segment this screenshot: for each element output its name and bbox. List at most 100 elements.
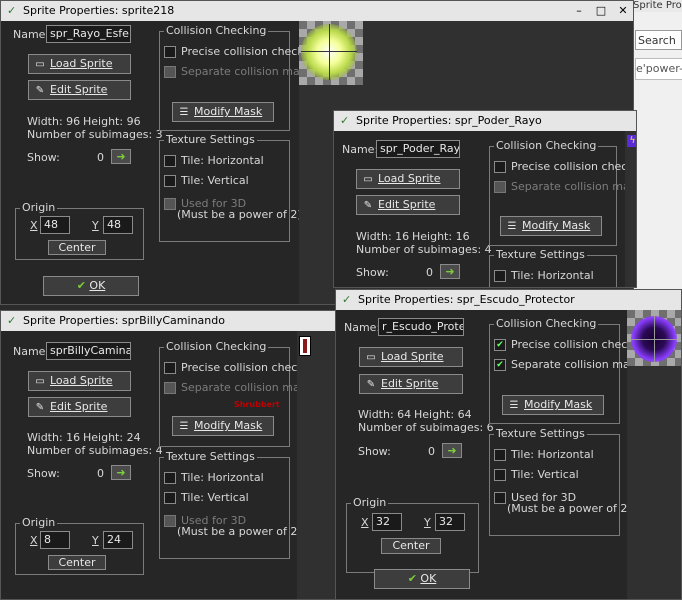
name-label: Name:	[342, 143, 379, 156]
origin-y-field[interactable]: 32	[435, 513, 465, 531]
origin-y-field[interactable]: 48	[103, 216, 133, 234]
show-value: 0	[97, 151, 104, 164]
width-readout: Width: 64	[358, 408, 412, 421]
precise-collision-checkbox[interactable]: Precise collision checking	[494, 160, 636, 173]
check-icon: ✔	[407, 572, 417, 585]
sprite-preview-area: ϟ	[625, 131, 636, 287]
checkbox-box	[164, 382, 176, 394]
next-subimage-arrow-icon[interactable]: ➜	[442, 443, 462, 458]
texture-settings-group: Texture Settings Tile: Horizontal	[489, 248, 617, 287]
show-value: 0	[428, 445, 435, 458]
center-button[interactable]: Center	[381, 538, 441, 554]
next-subimage-arrow-icon[interactable]: ➜	[440, 264, 460, 279]
tile-vertical-checkbox[interactable]: Tile: Vertical	[164, 174, 249, 187]
origin-y-label: Y	[92, 219, 99, 232]
subimages-readout: Number of subimages: 4	[27, 444, 163, 457]
gamemaker-icon: ✓	[7, 314, 17, 327]
window-title: Sprite Properties: sprite218	[23, 4, 175, 17]
close-button[interactable]: ✕	[615, 3, 631, 18]
separate-masks-checkbox[interactable]: ✔ Separate collision masks	[494, 358, 648, 371]
origin-x-field[interactable]: 32	[372, 513, 402, 531]
separate-masks-checkbox[interactable]: Separate collision masks	[164, 381, 318, 394]
name-label: Name:	[344, 321, 381, 334]
origin-y-field[interactable]: 24	[103, 531, 133, 549]
collision-checking-group: Collision Checking Precise collision che…	[159, 340, 321, 447]
texture-settings-group: Texture Settings Tile: Horizontal Tile: …	[159, 450, 302, 559]
maximize-button[interactable]: □	[593, 3, 609, 18]
browser-url-fragment[interactable]: e'power-	[635, 58, 682, 80]
ok-button[interactable]: ✔ OK	[43, 276, 139, 296]
gamemaker-icon: ✓	[7, 4, 17, 17]
edit-sprite-button[interactable]: ✎ Edit Sprite	[356, 195, 460, 215]
origin-x-field[interactable]: 8	[40, 531, 70, 549]
tile-horizontal-checkbox[interactable]: Tile: Horizontal	[164, 154, 264, 167]
orb-crosshair-vertical	[329, 24, 330, 80]
collision-checking-title: Collision Checking	[164, 340, 269, 354]
browser-search-box[interactable]: Search	[635, 30, 682, 50]
precise-collision-checkbox[interactable]: Precise collision checking	[164, 45, 321, 58]
edit-sprite-button[interactable]: ✎ Edit Sprite	[28, 80, 131, 100]
checkbox-box	[494, 492, 506, 504]
separate-masks-checkbox[interactable]: Separate collision masks	[164, 65, 318, 78]
modify-mask-button[interactable]: ☰ Modify Mask	[500, 216, 602, 236]
window-titlebar[interactable]: ✓ Sprite Properties: spr_Escudo_Protecto…	[336, 290, 681, 310]
edit-sprite-button[interactable]: ✎ Edit Sprite	[28, 397, 131, 417]
checkbox-box	[164, 492, 176, 504]
edit-sprite-button[interactable]: ✎ Edit Sprite	[359, 374, 463, 394]
show-label: Show:	[27, 151, 60, 164]
origin-y-label: Y	[424, 516, 431, 529]
separate-masks-checkbox[interactable]: Separate collision masks	[494, 180, 636, 193]
center-button[interactable]: Center	[48, 240, 106, 255]
power-of-two-note: (Must be a power of 2)	[177, 208, 302, 221]
tile-horizontal-checkbox[interactable]: Tile: Horizontal	[494, 448, 594, 461]
texture-settings-group: Texture Settings Tile: Horizontal Tile: …	[489, 427, 632, 536]
checkbox-box	[164, 362, 176, 374]
origin-label: Origin	[20, 201, 58, 215]
load-sprite-button[interactable]: ▭ Load Sprite	[28, 54, 131, 74]
origin-x-field[interactable]: 48	[40, 216, 70, 234]
name-field[interactable]: sprBillyCaminando	[46, 342, 131, 360]
load-sprite-button[interactable]: ▭ Load Sprite	[356, 169, 460, 189]
checkbox-box	[164, 175, 176, 187]
texture-settings-title: Texture Settings	[494, 248, 587, 262]
load-sprite-button[interactable]: ▭ Load Sprite	[28, 371, 131, 391]
texture-settings-title: Texture Settings	[164, 133, 257, 147]
edit-icon: ✎	[366, 379, 376, 390]
name-field[interactable]: r_Escudo_Protector	[378, 318, 464, 336]
next-subimage-arrow-icon[interactable]: ➜	[111, 149, 131, 164]
name-field[interactable]: spr_Poder_Rayo_E	[376, 140, 460, 158]
height-readout: Height: 24	[83, 431, 141, 444]
tile-vertical-checkbox[interactable]: Tile: Vertical	[164, 491, 249, 504]
origin-label: Origin	[351, 496, 389, 510]
ok-button[interactable]: ✔ OK	[374, 569, 470, 589]
tile-horizontal-checkbox[interactable]: Tile: Horizontal	[164, 471, 264, 484]
red-annotation-text: Shrubbert	[234, 400, 280, 409]
edit-icon: ✎	[35, 85, 45, 96]
minimize-button[interactable]: –	[571, 3, 587, 18]
checkbox-box	[164, 515, 176, 527]
gamemaker-icon: ✓	[340, 114, 350, 127]
window-titlebar[interactable]: ✓ Sprite Properties: spr_Poder_Rayo	[334, 111, 636, 131]
folder-icon: ▭	[366, 352, 376, 363]
window-titlebar[interactable]: ✓ Sprite Properties: sprite218 – □ ✕	[1, 1, 633, 21]
modify-mask-button[interactable]: ☰ Modify Mask	[172, 416, 274, 436]
tile-vertical-checkbox[interactable]: Tile: Vertical	[494, 468, 579, 481]
load-sprite-button[interactable]: ▭ Load Sprite	[359, 347, 463, 367]
modify-mask-button[interactable]: ☰ Modify Mask	[502, 395, 604, 415]
checkbox-box	[494, 270, 506, 282]
name-field[interactable]: spr_Rayo_Esfera	[46, 25, 131, 43]
tile-horizontal-checkbox[interactable]: Tile: Horizontal	[494, 269, 594, 282]
width-readout: Width: 16	[27, 431, 81, 444]
folder-icon: ▭	[363, 174, 373, 185]
modify-mask-button[interactable]: ☰ Modify Mask	[172, 102, 274, 122]
folder-icon: ▭	[35, 59, 45, 70]
check-icon: ✔	[76, 279, 86, 292]
window-titlebar[interactable]: ✓ Sprite Properties: sprBillyCaminando	[1, 311, 339, 331]
origin-x-label: X	[361, 516, 369, 529]
center-button[interactable]: Center	[48, 555, 106, 570]
collision-checking-title: Collision Checking	[494, 139, 599, 153]
next-subimage-arrow-icon[interactable]: ➜	[111, 465, 131, 480]
collision-checking-title: Collision Checking	[164, 24, 269, 38]
sprite-preview-area	[627, 310, 681, 599]
window-body: Name: r_Escudo_Protector ▭Load Sprite ✎E…	[336, 310, 681, 599]
